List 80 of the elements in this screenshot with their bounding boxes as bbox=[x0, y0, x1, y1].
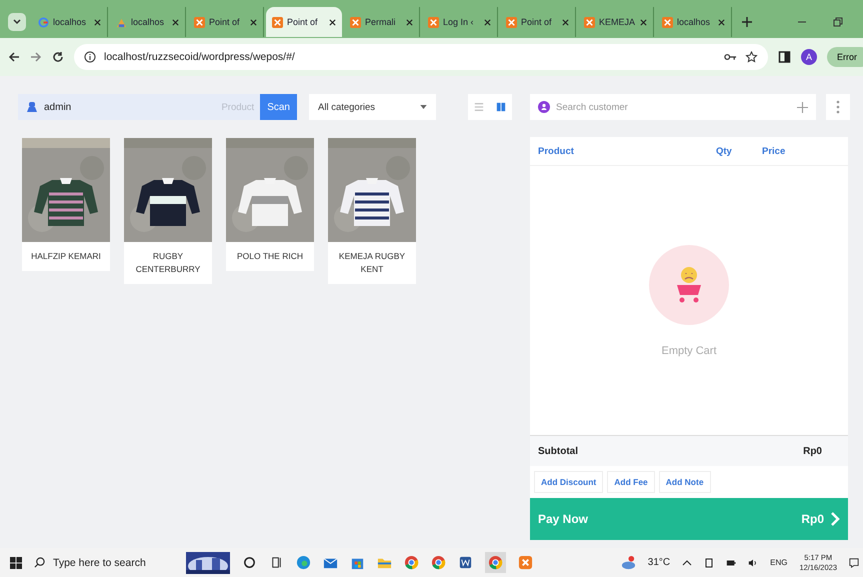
user-icon bbox=[538, 101, 550, 113]
speaker-icon[interactable] bbox=[748, 558, 758, 568]
grid-icon bbox=[496, 102, 506, 112]
product-name: POLO THE RICH bbox=[236, 250, 304, 263]
chevron-down-icon bbox=[12, 17, 22, 27]
browser-tab[interactable]: localhos bbox=[656, 7, 732, 37]
temperature-text: 31°C bbox=[648, 557, 670, 568]
browser-tab[interactable]: Point of bbox=[266, 7, 342, 37]
edge-icon[interactable] bbox=[296, 555, 311, 570]
add-icon[interactable] bbox=[797, 102, 808, 112]
sad-cart-icon bbox=[649, 244, 729, 324]
product-card[interactable]: POLO THE RICH bbox=[226, 138, 314, 271]
star-icon[interactable] bbox=[745, 51, 758, 63]
empty-cart-text: Empty Cart bbox=[661, 344, 716, 356]
profile-avatar[interactable]: A bbox=[801, 49, 817, 65]
more-icon bbox=[836, 100, 840, 114]
product-name: KEMEJA RUGBY KENT bbox=[338, 250, 406, 276]
caret-icon bbox=[420, 105, 427, 109]
cart-action-button[interactable]: Add Note bbox=[658, 471, 711, 493]
language-indicator[interactable]: ENG bbox=[770, 558, 788, 567]
close-icon[interactable] bbox=[250, 18, 257, 26]
product-name: HALFZIP KEMARI bbox=[30, 250, 102, 263]
browser-tab[interactable]: localhos bbox=[32, 7, 108, 37]
subtotal-label: Subtotal bbox=[538, 446, 578, 456]
close-icon[interactable] bbox=[718, 18, 725, 26]
back-icon[interactable] bbox=[8, 51, 20, 63]
cart-action-button[interactable]: Add Fee bbox=[607, 471, 655, 493]
browser-tab[interactable]: Log In ‹ bbox=[422, 7, 498, 37]
column-header: Price bbox=[762, 146, 786, 156]
user-icon bbox=[26, 101, 38, 113]
chevron-up-icon[interactable] bbox=[682, 558, 692, 568]
browser-tab[interactable]: Point of bbox=[500, 7, 576, 37]
chrome-icon[interactable] bbox=[485, 552, 506, 573]
cart-action-button[interactable]: Add Discount bbox=[534, 471, 604, 493]
close-icon[interactable] bbox=[94, 18, 101, 26]
scan-button[interactable]: Scan bbox=[260, 94, 297, 120]
product-card[interactable]: KEMEJA RUGBY KENT bbox=[328, 138, 416, 284]
taskbar-search-field[interactable]: Type here to search bbox=[34, 556, 174, 568]
product-card[interactable]: HALFZIP KEMARI bbox=[22, 138, 110, 271]
tab-search-button[interactable] bbox=[8, 13, 26, 31]
search-icon bbox=[34, 557, 45, 568]
browser-tab[interactable]: Point of bbox=[188, 7, 264, 37]
product-name: RUGBY CENTERBURRY bbox=[134, 250, 202, 276]
battery-icon[interactable] bbox=[726, 558, 736, 568]
column-header: Qty bbox=[716, 146, 733, 156]
new-tab-icon[interactable] bbox=[742, 17, 752, 27]
close-icon[interactable] bbox=[484, 18, 491, 26]
chrome-icon[interactable] bbox=[431, 555, 446, 570]
close-icon[interactable] bbox=[172, 18, 179, 26]
product-card[interactable]: RUGBY CENTERBURRY bbox=[124, 138, 212, 284]
info-icon bbox=[84, 51, 96, 63]
close-icon[interactable] bbox=[406, 18, 413, 26]
category-dropdown[interactable]: All categories bbox=[309, 94, 436, 120]
column-header: Product bbox=[538, 146, 575, 156]
customer-search-field[interactable]: Search customer bbox=[556, 102, 791, 112]
close-icon[interactable] bbox=[329, 18, 336, 26]
close-icon[interactable] bbox=[640, 18, 647, 26]
key-icon[interactable] bbox=[724, 51, 737, 63]
error-button[interactable]: Error bbox=[827, 47, 863, 67]
list-icon bbox=[474, 102, 484, 112]
forward-icon[interactable] bbox=[30, 51, 42, 63]
reload-icon[interactable] bbox=[52, 51, 64, 63]
site-icon bbox=[116, 16, 127, 28]
chrome-icon[interactable] bbox=[404, 555, 419, 570]
weather-icon[interactable] bbox=[620, 555, 636, 570]
notification-icon[interactable] bbox=[849, 558, 859, 568]
chevron-right-icon bbox=[830, 511, 840, 527]
word-icon[interactable] bbox=[458, 555, 473, 570]
subtotal-value: Rp0 bbox=[803, 446, 822, 456]
address-bar[interactable]: localhost/ruzzsecoid/wordpress/wepos/#/ bbox=[74, 44, 768, 70]
google-icon bbox=[38, 16, 49, 28]
restore-icon[interactable] bbox=[833, 17, 843, 27]
windows-icon[interactable] bbox=[10, 556, 22, 568]
close-icon[interactable] bbox=[562, 18, 569, 26]
browser-tab[interactable]: localhos bbox=[110, 7, 186, 37]
browser-tab[interactable]: Permali bbox=[344, 7, 420, 37]
side-panel-icon[interactable] bbox=[778, 51, 791, 63]
cortana-icon[interactable] bbox=[242, 555, 257, 570]
customer-search-bar[interactable]: Search customer bbox=[530, 94, 816, 120]
browser-tab[interactable]: KEMEJA bbox=[578, 7, 654, 37]
